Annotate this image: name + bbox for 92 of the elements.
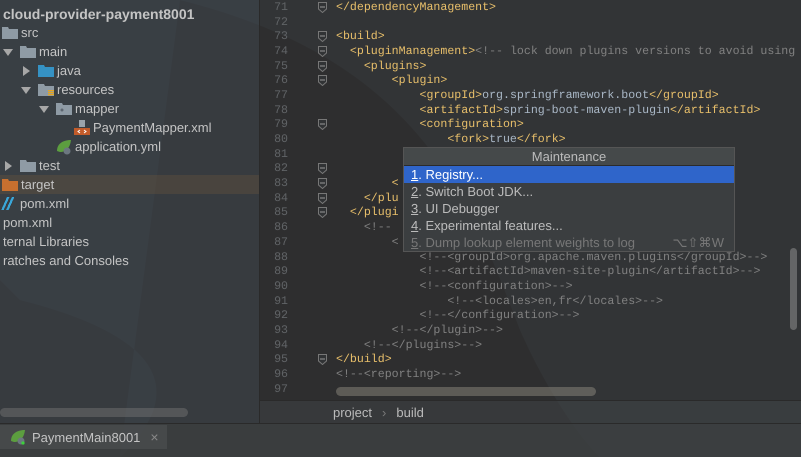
tree-item[interactable]: resources: [0, 80, 259, 99]
menu-item[interactable]: 3. UI Debugger: [404, 200, 734, 217]
fold-marker-icon[interactable]: [318, 163, 326, 174]
tree-item[interactable]: main: [0, 42, 259, 61]
collapsed-arrow-icon[interactable]: [21, 66, 31, 76]
fold-marker-icon[interactable]: [318, 178, 326, 190]
tree-item[interactable]: test: [0, 156, 259, 175]
code-line: </build>: [336, 353, 392, 366]
tree-item[interactable]: application.yml: [0, 137, 259, 156]
tree-item-label: test: [39, 158, 60, 173]
tree-item-label: application.yml: [75, 139, 161, 154]
tree-item[interactable]: PaymentMapper.xml: [0, 118, 259, 137]
code-line: <artifactId>spring-boot-maven-plugin</artifactId>: [418, 104, 760, 117]
tree-item-label: resources: [57, 82, 114, 97]
vertical-scrollbar[interactable]: [790, 248, 797, 330]
tree-item-label: java: [57, 63, 81, 78]
folder-icon: [38, 83, 54, 96]
tree-item-label: cloud-provider-payment8001: [3, 6, 194, 22]
code-line: <pluginManagement><!-- lock down plugins versions to avoid using: [348, 44, 796, 58]
menu-item[interactable]: 4. Experimental features...: [404, 217, 734, 234]
code-line: <build>: [336, 30, 385, 44]
tree-item-label: src: [21, 25, 38, 40]
tree-item-label: ratches and Consoles: [3, 253, 129, 268]
code-line: <!--: [362, 221, 392, 234]
expanded-arrow-icon[interactable]: [3, 46, 13, 56]
code-line: <!--</plugin>-->: [390, 324, 503, 337]
fold-marker-icon[interactable]: [318, 31, 326, 42]
fold-marker-icon[interactable]: [318, 75, 326, 86]
expanded-arrow-icon[interactable]: [39, 104, 49, 114]
fold-marker-icon[interactable]: [318, 46, 326, 57]
tree-item[interactable]: target: [0, 175, 259, 194]
code-line: </plu: [362, 192, 399, 205]
code-line: <!--</configuration>-->: [418, 309, 580, 322]
tree-item[interactable]: mapper: [0, 99, 259, 118]
code-line: <!--<locales>en,fr</locales>-->: [446, 294, 663, 308]
tree-item[interactable]: java: [0, 61, 259, 80]
breadcrumb-item[interactable]: project: [333, 404, 372, 420]
menu-item[interactable]: 2. Switch Boot JDK...: [404, 183, 734, 200]
horizontal-scrollbar[interactable]: [336, 387, 596, 396]
fold-marker-icon[interactable]: [318, 60, 326, 72]
shortcut-label: ⌥⇧⌘W: [672, 234, 724, 251]
tree-item[interactable]: pom.xml: [0, 194, 259, 213]
tree-item-label: PaymentMapper.xml: [93, 120, 212, 135]
tree-item-label: target: [21, 177, 54, 192]
menu-item[interactable]: 1. Registry...: [404, 166, 734, 183]
code-line: <!--</plugins>-->: [362, 338, 482, 352]
code-line: </plugi: [348, 206, 399, 220]
code-line: <configuration>: [418, 118, 524, 132]
fold-marker-icon[interactable]: [318, 2, 326, 13]
tree-item-label: ternal Libraries: [3, 234, 89, 249]
tree-item-label: mapper: [75, 101, 120, 116]
code-line: <fork>true</fork>: [446, 133, 566, 146]
tree-item-label: main: [39, 44, 68, 59]
code-line: <!--<configuration>-->: [418, 280, 573, 293]
code-line: </dependencyManagement>: [336, 0, 496, 14]
tree-item[interactable]: pom.xml: [0, 213, 259, 232]
run-tab[interactable]: PaymentMain8001 ×: [0, 425, 167, 449]
folder-icon: [2, 26, 18, 39]
tree-item[interactable]: cloud-provider-payment8001: [0, 4, 259, 23]
code-line: <plugin>: [390, 74, 448, 88]
popup-title: Maintenance: [404, 148, 734, 166]
folder-icon: [56, 102, 72, 115]
folder-icon: [20, 45, 36, 58]
xml-file-icon: [74, 120, 90, 135]
expanded-arrow-icon[interactable]: [21, 84, 31, 94]
code-line: <: [390, 177, 399, 190]
code-editor[interactable]: [260, 0, 801, 400]
code-line: <groupId>org.springframework.boot</groupId>: [418, 88, 719, 102]
folder-icon: [2, 178, 18, 191]
line-number: 73: [273, 30, 288, 44]
code-line: <: [390, 236, 399, 249]
code-line: <!--<artifactId>maven-site-plugin</artifactId>-->: [418, 265, 760, 278]
tree-item[interactable]: src: [0, 23, 259, 42]
code-line: <!--<groupId>org.apache.maven.plugins</groupId>-->: [418, 250, 768, 264]
tree-item[interactable]: ternal Libraries: [0, 232, 259, 251]
leaf-icon: [10, 429, 26, 445]
folder-icon: [20, 159, 36, 172]
leaf-icon: [56, 138, 72, 154]
code-line: <!--<reporting>-->: [336, 368, 462, 382]
fold-marker-icon[interactable]: [318, 207, 326, 218]
fold-marker-icon[interactable]: [318, 354, 326, 366]
fold-marker-icon[interactable]: [318, 119, 326, 130]
tree-item[interactable]: ratches and Consoles: [0, 251, 259, 270]
horizontal-scrollbar[interactable]: [0, 408, 188, 417]
fold-marker-icon[interactable]: [318, 192, 326, 204]
collapsed-arrow-icon[interactable]: [3, 160, 13, 170]
tree-item-label: pom.xml: [20, 196, 70, 211]
tree-item-label: pom.xml: [3, 215, 52, 230]
folder-icon: [38, 64, 54, 77]
breadcrumb-item[interactable]: build: [396, 404, 424, 420]
code-line: <plugins>: [362, 60, 426, 73]
breadcrumb-separator: ›: [382, 404, 386, 420]
